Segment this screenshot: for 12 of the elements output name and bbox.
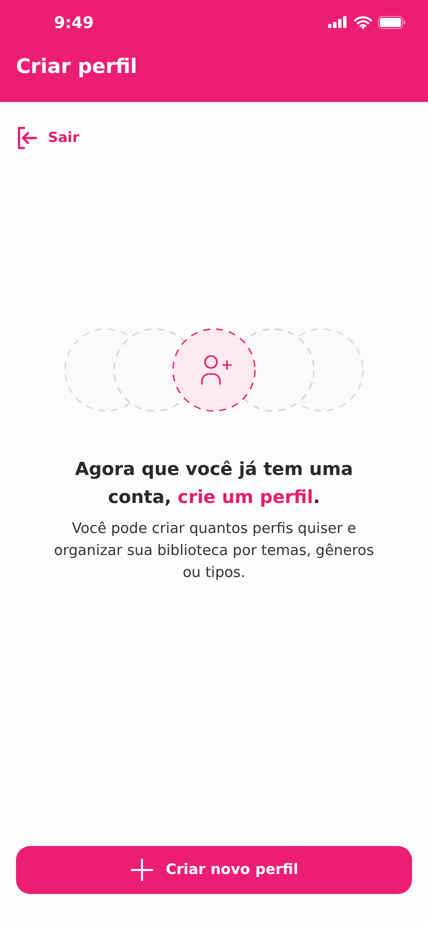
- battery-icon: [378, 16, 406, 28]
- exit-link[interactable]: Sair: [16, 126, 80, 150]
- add-user-icon: [201, 355, 232, 385]
- signal-icon: [328, 16, 348, 28]
- status-time: 9:49: [54, 12, 94, 32]
- exit-icon: [16, 126, 40, 150]
- heading-text: Agora que você já tem uma conta, crie um perfil.: [74, 458, 354, 510]
- wifi-icon: [354, 16, 372, 28]
- plus-icon: [130, 858, 154, 882]
- description-text: Você pode criar quantos perfis quiser e organizar sua biblioteca por temas, gêneros ou tipos.: [53, 520, 375, 583]
- create-profile-button[interactable]: Criar novo perfil: [16, 846, 412, 894]
- header-title: Criar perfil: [15, 53, 138, 78]
